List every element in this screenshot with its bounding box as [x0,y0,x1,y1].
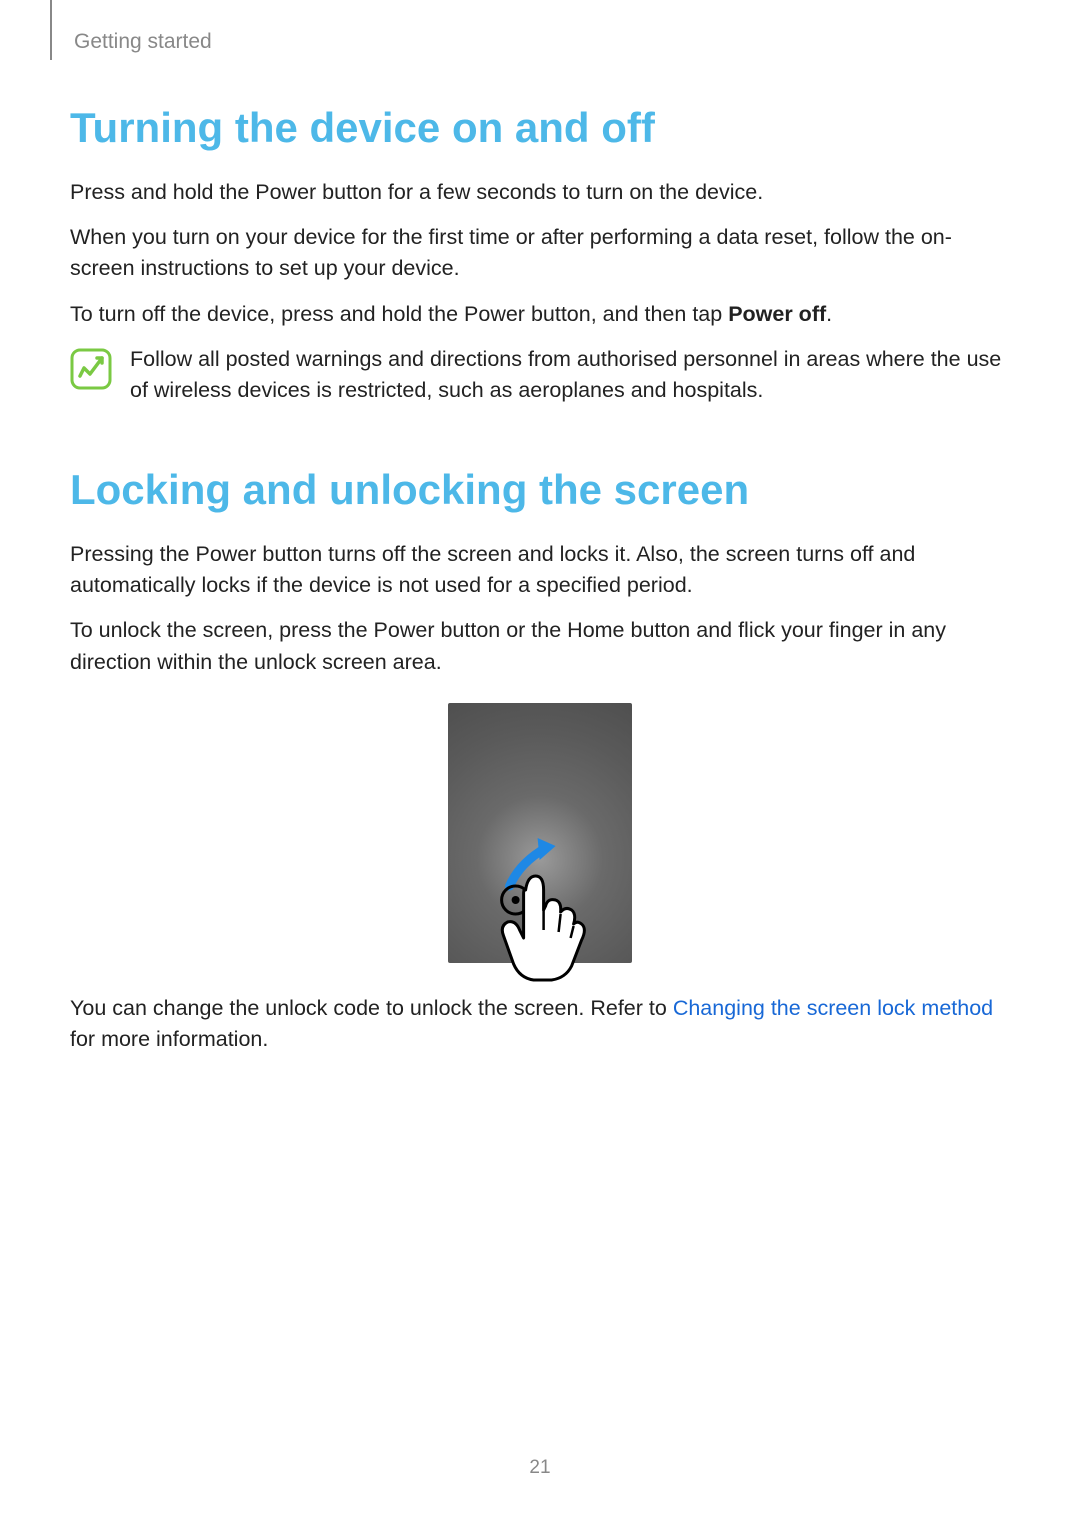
note-text: Follow all posted warnings and direction… [130,344,1010,406]
page-number: 21 [529,1457,550,1479]
tab-decoration [50,0,52,60]
paragraph: Pressing the Power button turns off the … [70,539,1010,601]
heading-turning-device: Turning the device on and off [70,104,1010,152]
paragraph: To unlock the screen, press the Power bu… [70,615,1010,677]
text-fragment: for more information. [70,1027,268,1051]
text-fragment: . [826,302,832,326]
text-fragment: To turn off the device, press and hold t… [70,302,728,326]
text-bold: Power off [728,302,826,326]
breadcrumb: Getting started [70,30,1010,54]
paragraph: Press and hold the Power button for a fe… [70,177,1010,208]
unlock-illustration [70,703,1010,963]
device-screen-graphic [448,703,632,963]
link-screen-lock-method[interactable]: Changing the screen lock method [673,996,993,1020]
heading-locking-screen: Locking and unlocking the screen [70,466,1010,514]
text-fragment: You can change the unlock code to unlock… [70,996,673,1020]
paragraph: To turn off the device, press and hold t… [70,299,1010,330]
hand-icon [478,818,608,993]
note-icon [70,348,112,390]
paragraph: You can change the unlock code to unlock… [70,993,1010,1055]
note-block: Follow all posted warnings and direction… [70,344,1010,406]
paragraph: When you turn on your device for the fir… [70,222,1010,284]
